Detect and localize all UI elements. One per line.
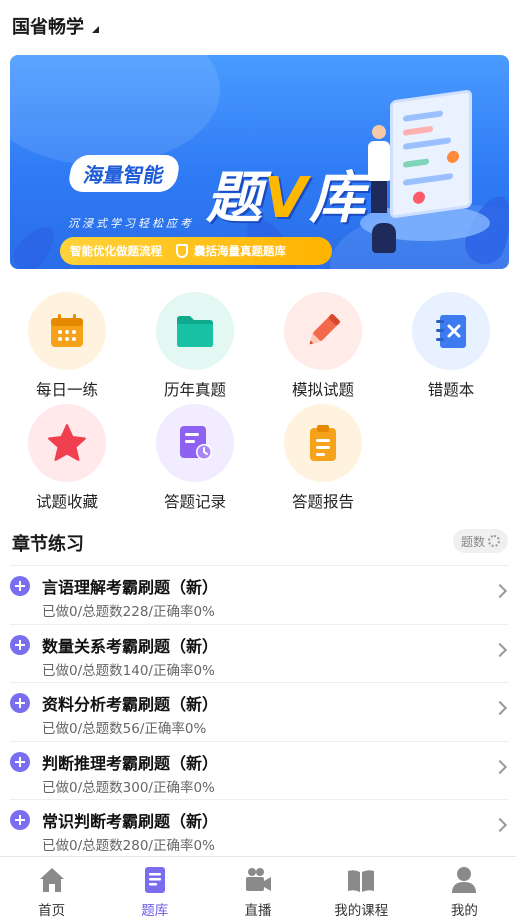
list-item[interactable]: 常识判断考霸刷题（新） 已做0/总题数280/正确率0% <box>10 799 509 858</box>
shortcut-label: 每日一练 <box>35 381 98 399</box>
tab-question-bank[interactable]: 题库 <box>103 857 206 917</box>
chapter-progress: 已做0/总题数140/正确率0% <box>42 662 215 679</box>
question-bank-icon <box>140 865 170 895</box>
chevron-right-icon <box>492 583 508 599</box>
shield-icon <box>176 244 188 258</box>
expand-plus-icon[interactable] <box>10 576 30 596</box>
feature-1: 智能优化做题流程 <box>70 244 162 258</box>
star-icon <box>28 404 106 482</box>
shortcut-answer-report[interactable]: 答题报告 <box>259 404 387 514</box>
chapter-progress: 已做0/总题数300/正确率0% <box>42 779 215 796</box>
chapter-name: 数量关系考霸刷题（新） <box>42 636 219 656</box>
tab-label: 直播 <box>244 903 272 917</box>
chevron-right-icon <box>492 642 508 657</box>
record-icon <box>156 404 234 482</box>
caret-down-icon[interactable] <box>92 25 99 33</box>
expand-plus-icon[interactable] <box>10 634 30 655</box>
student-illustration <box>372 223 396 253</box>
gear-icon <box>488 535 500 547</box>
list-item[interactable]: 言语理解考霸刷题（新） 已做0/总题数228/正确率0% <box>10 565 509 624</box>
banner-feature-bar: 智能优化做题流程 囊括海量真题题库 <box>60 237 332 265</box>
app-title[interactable]: 国省畅学 <box>12 13 84 39</box>
list-item[interactable]: 判断推理考霸刷题（新） 已做0/总题数300/正确率0% <box>10 740 509 800</box>
chapter-name: 资料分析考霸刷题（新） <box>42 695 219 714</box>
tab-label: 首页 <box>38 903 66 917</box>
leaf-decoration <box>10 219 63 269</box>
shortcut-label: 答题报告 <box>291 493 354 511</box>
report-icon <box>284 404 362 482</box>
chapter-name: 判断推理考霸刷题（新） <box>42 753 219 773</box>
shortcut-label: 答题记录 <box>163 493 226 511</box>
tab-label: 我的课程 <box>334 903 389 917</box>
shortcut-favorites[interactable]: 试题收藏 <box>3 404 131 514</box>
shortcut-daily-practice[interactable]: 每日一练 <box>3 292 131 402</box>
shortcut-mock-exams[interactable]: 模拟试题 <box>259 292 387 402</box>
shortcut-answer-history[interactable]: 答题记录 <box>131 404 259 514</box>
expand-plus-icon[interactable] <box>10 693 30 713</box>
top-bar: 国省畅学 <box>0 0 516 52</box>
shortcut-label: 历年真题 <box>163 381 226 399</box>
feature-2: 囊括海量真题题库 <box>194 244 286 258</box>
pencil-icon <box>284 292 362 370</box>
section-title: 章节练习 <box>12 534 84 555</box>
chapter-progress: 已做0/总题数56/正确率0% <box>42 721 207 737</box>
folder-icon <box>156 292 234 370</box>
teacher-illustration <box>366 125 392 215</box>
chapter-name: 言语理解考霸刷题（新） <box>42 578 219 597</box>
tab-live[interactable]: 直播 <box>206 857 309 917</box>
chapter-name: 常识判断考霸刷题（新） <box>42 812 219 831</box>
bottom-tab-bar: 首页 题库 直播 我的课程 我的 <box>0 856 516 917</box>
chevron-right-icon <box>492 817 508 833</box>
live-camera-icon <box>243 865 273 895</box>
calendar-icon <box>28 292 106 370</box>
tab-home[interactable]: 首页 <box>0 857 103 917</box>
screen-illustration <box>390 89 472 219</box>
banner-tag: 海量智能 <box>66 155 182 192</box>
banner-headline: 题V库 <box>206 166 368 231</box>
shortcut-label: 错题本 <box>427 381 475 399</box>
expand-plus-icon[interactable] <box>10 810 30 830</box>
chapter-progress: 已做0/总题数228/正确率0% <box>42 604 215 620</box>
home-icon <box>37 865 67 895</box>
promo-banner[interactable]: 海量智能 题V库 沉浸式学习轻松应考 智能优化做题流程 囊括海量真题题库 <box>10 55 509 269</box>
chapter-progress: 已做0/总题数280/正确率0% <box>42 838 215 854</box>
question-count-toggle[interactable]: 题数 <box>452 529 508 553</box>
wrong-book-icon <box>412 292 490 370</box>
tab-profile[interactable]: 我的 <box>413 857 516 917</box>
shortcut-wrong-book[interactable]: 错题本 <box>387 292 515 402</box>
tab-label: 我的 <box>450 903 478 917</box>
course-book-icon <box>346 865 376 895</box>
list-item[interactable]: 数量关系考霸刷题（新） 已做0/总题数140/正确率0% <box>10 623 509 683</box>
chapter-section-header: 章节练习 题数 <box>0 524 516 560</box>
chapter-list: 言语理解考霸刷题（新） 已做0/总题数228/正确率0% 数量关系考霸刷题（新）… <box>10 565 509 858</box>
shortcut-past-exams[interactable]: 历年真题 <box>131 292 259 402</box>
expand-plus-icon[interactable] <box>10 751 30 772</box>
list-item[interactable]: 资料分析考霸刷题（新） 已做0/总题数56/正确率0% <box>10 682 509 741</box>
tab-label: 题库 <box>141 903 169 917</box>
tab-my-courses[interactable]: 我的课程 <box>310 857 413 917</box>
shortcut-label: 试题收藏 <box>35 493 98 511</box>
chevron-right-icon <box>492 700 508 716</box>
chevron-right-icon <box>492 759 508 774</box>
shortcut-label: 模拟试题 <box>291 381 354 399</box>
profile-icon <box>449 865 479 895</box>
banner-subline: 沉浸式学习轻松应考 <box>68 217 194 230</box>
